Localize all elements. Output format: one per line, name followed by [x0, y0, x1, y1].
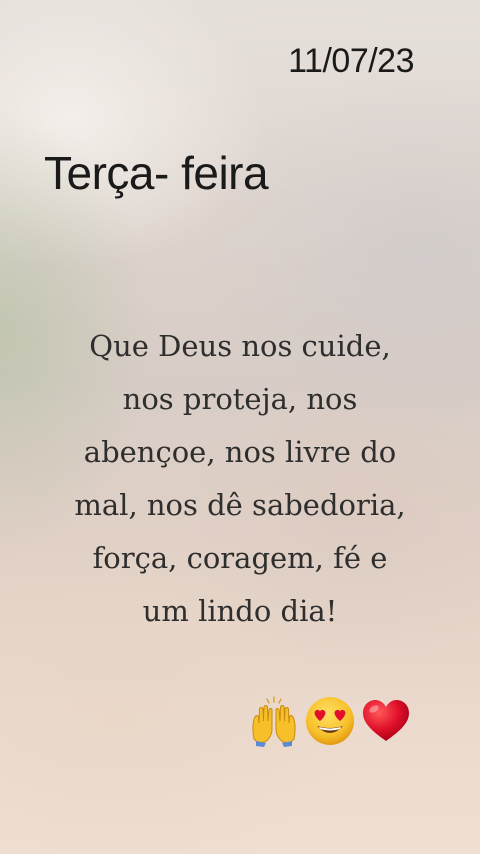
weekday-title: Terça- feira — [44, 147, 269, 199]
message-line: um lindo dia! — [142, 594, 338, 628]
message-text: Que Deus nos cuide, nos proteja, nos abe… — [40, 320, 440, 638]
emoji-row — [248, 695, 412, 747]
red-heart-icon — [363, 700, 409, 741]
message-line: mal, nos dê sabedoria, — [74, 488, 406, 522]
message-line: abençoe, nos livre do — [83, 435, 397, 469]
message-line: Que Deus nos cuide, — [89, 329, 391, 363]
heart-eyes-face-icon — [306, 697, 354, 745]
message-line: força, coragem, fé e — [92, 541, 388, 575]
raising-hands-icon — [252, 696, 296, 747]
date-label: 11/07/23 — [288, 42, 414, 80]
message-line: nos proteja, nos — [122, 382, 358, 416]
